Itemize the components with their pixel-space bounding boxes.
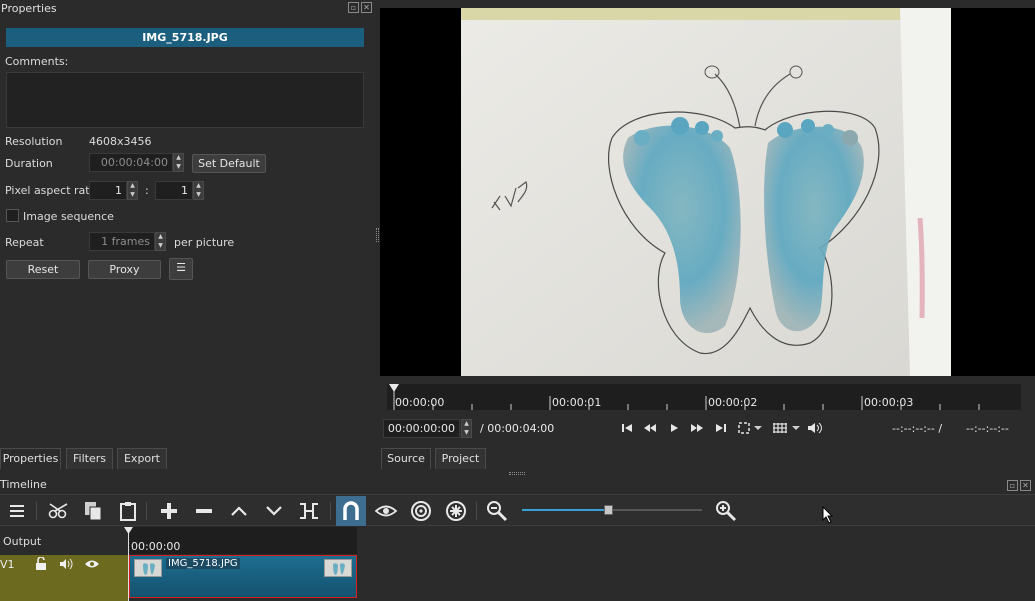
tab-properties[interactable]: Properties bbox=[0, 448, 61, 469]
zoom-in-icon[interactable] bbox=[712, 497, 740, 525]
out-point-display: --:--:--:-- bbox=[966, 422, 1009, 435]
resolution-value: 4608x3456 bbox=[89, 135, 152, 148]
reset-button[interactable]: Reset bbox=[6, 260, 80, 279]
duration-label: Duration bbox=[5, 157, 53, 170]
image-sequence-label: Image sequence bbox=[23, 210, 114, 223]
ripple-icon[interactable] bbox=[407, 497, 435, 525]
rewind-icon[interactable] bbox=[641, 420, 659, 436]
volume-icon[interactable] bbox=[806, 420, 824, 436]
tab-export[interactable]: Export bbox=[117, 448, 167, 469]
repeat-label: Repeat bbox=[5, 236, 44, 249]
properties-panel-title: Properties bbox=[1, 2, 57, 15]
ruler-label-3: 00:00:03 bbox=[864, 396, 914, 409]
duration-display: / 00:00:04:00 bbox=[480, 422, 555, 435]
cut-icon[interactable] bbox=[45, 497, 73, 525]
play-icon[interactable] bbox=[665, 420, 683, 436]
toolbar-divider bbox=[36, 502, 37, 520]
per-picture-label: per picture bbox=[174, 236, 235, 249]
preview-frame bbox=[461, 8, 951, 376]
timeline-float-icon[interactable]: ▫ bbox=[1007, 480, 1018, 491]
clip-thumbnail-end bbox=[324, 559, 352, 577]
properties-menu-button[interactable]: ☰ bbox=[169, 258, 193, 280]
player-ruler[interactable] bbox=[387, 384, 1021, 410]
float-icon[interactable]: ▫ bbox=[348, 2, 359, 13]
ruler-label-2: 00:00:02 bbox=[708, 396, 758, 409]
skip-previous-icon[interactable] bbox=[618, 420, 636, 436]
toolbar-divider bbox=[476, 502, 477, 520]
ripple-all-icon[interactable] bbox=[442, 497, 470, 525]
par-denominator-field[interactable]: 1 bbox=[155, 181, 193, 200]
par-separator: : bbox=[145, 184, 149, 197]
duration-field[interactable]: 00:00:04:00 bbox=[89, 153, 173, 172]
properties-panel: Properties ▫ ✕ IMG_5718.JPG Comments: Re… bbox=[0, 0, 376, 470]
close-icon[interactable]: ✕ bbox=[361, 2, 372, 13]
timeline-ruler[interactable]: 00:00:00 bbox=[128, 527, 357, 554]
player-ruler-ticks bbox=[389, 384, 980, 410]
remove-icon[interactable] bbox=[190, 497, 218, 525]
tab-source[interactable]: Source bbox=[381, 448, 431, 469]
menu-icon[interactable] bbox=[3, 497, 31, 525]
video-viewer[interactable] bbox=[380, 8, 1035, 376]
timeline-ruler-time: 00:00:00 bbox=[131, 540, 181, 553]
snap-icon[interactable] bbox=[336, 496, 366, 526]
position-stepper[interactable]: ▲ ▼ bbox=[461, 419, 472, 438]
eye-icon[interactable] bbox=[84, 559, 100, 569]
proxy-button[interactable]: Proxy bbox=[88, 260, 161, 279]
resolution-label: Resolution bbox=[5, 135, 63, 148]
in-point-display: --:--:--:-- / bbox=[892, 422, 943, 435]
position-timecode[interactable]: 00:00:00:00 bbox=[383, 419, 460, 438]
ruler-label-1: 00:00:01 bbox=[552, 396, 602, 409]
track-header-v1[interactable]: V1 bbox=[0, 555, 128, 601]
toolbar-divider bbox=[330, 502, 331, 520]
vertical-splitter[interactable] bbox=[376, 228, 379, 242]
copy-icon[interactable] bbox=[79, 497, 107, 525]
repeat-stepper[interactable]: ▲ ▼ bbox=[155, 232, 166, 251]
zoom-out-icon[interactable] bbox=[483, 497, 511, 525]
paste-icon[interactable] bbox=[114, 497, 142, 525]
timeline-clip[interactable]: IMG_5718.JPG bbox=[129, 555, 357, 598]
set-default-button[interactable]: Set Default bbox=[192, 154, 266, 173]
ruler-label-0: 00:00:00 bbox=[395, 396, 445, 409]
fast-forward-icon[interactable] bbox=[688, 420, 706, 436]
timeline-playhead[interactable] bbox=[124, 527, 134, 535]
par-numerator-field[interactable]: 1 bbox=[89, 181, 127, 200]
split-icon[interactable] bbox=[295, 497, 323, 525]
playhead[interactable] bbox=[389, 384, 399, 392]
output-label: Output bbox=[3, 535, 42, 548]
toolbar-divider bbox=[146, 502, 147, 520]
par-denominator-stepper[interactable]: ▲ ▼ bbox=[193, 181, 204, 200]
zoom-fit-icon[interactable] bbox=[736, 420, 764, 436]
menu-icon: ☰ bbox=[176, 261, 186, 274]
clip-label: IMG_5718.JPG bbox=[166, 558, 240, 569]
zoom-slider-fill bbox=[522, 509, 604, 511]
par-numerator-stepper[interactable]: ▲ ▼ bbox=[127, 181, 138, 200]
repeat-field[interactable]: 1 frames bbox=[89, 232, 155, 251]
append-icon[interactable] bbox=[155, 497, 183, 525]
zoom-slider-handle[interactable] bbox=[604, 505, 613, 515]
mouse-cursor bbox=[822, 506, 834, 524]
clip-thumbnail-start bbox=[134, 559, 162, 577]
grid-icon[interactable] bbox=[771, 420, 801, 436]
scrub-icon[interactable] bbox=[372, 497, 400, 525]
duration-stepper[interactable]: ▲ ▼ bbox=[173, 153, 184, 172]
track-name: V1 bbox=[0, 558, 15, 571]
timeline-title: Timeline bbox=[0, 478, 47, 491]
comments-label: Comments: bbox=[5, 55, 69, 68]
tab-project[interactable]: Project bbox=[435, 448, 486, 469]
image-sequence-checkbox[interactable] bbox=[6, 209, 19, 222]
timeline-close-icon[interactable]: ✕ bbox=[1020, 480, 1031, 491]
overwrite-icon[interactable] bbox=[260, 497, 288, 525]
comments-field[interactable] bbox=[6, 72, 364, 128]
clip-name-banner: IMG_5718.JPG bbox=[6, 28, 364, 47]
horizontal-splitter[interactable] bbox=[509, 472, 525, 475]
zoom-slider-track bbox=[613, 509, 702, 511]
lock-icon[interactable] bbox=[35, 557, 47, 571]
mute-icon[interactable] bbox=[59, 558, 73, 570]
skip-next-icon[interactable] bbox=[712, 420, 730, 436]
lift-icon[interactable] bbox=[225, 497, 253, 525]
pixel-aspect-ratio-label: Pixel aspect ratio bbox=[5, 184, 100, 197]
zoom-slider[interactable] bbox=[522, 505, 702, 515]
tab-filters[interactable]: Filters bbox=[66, 448, 113, 469]
